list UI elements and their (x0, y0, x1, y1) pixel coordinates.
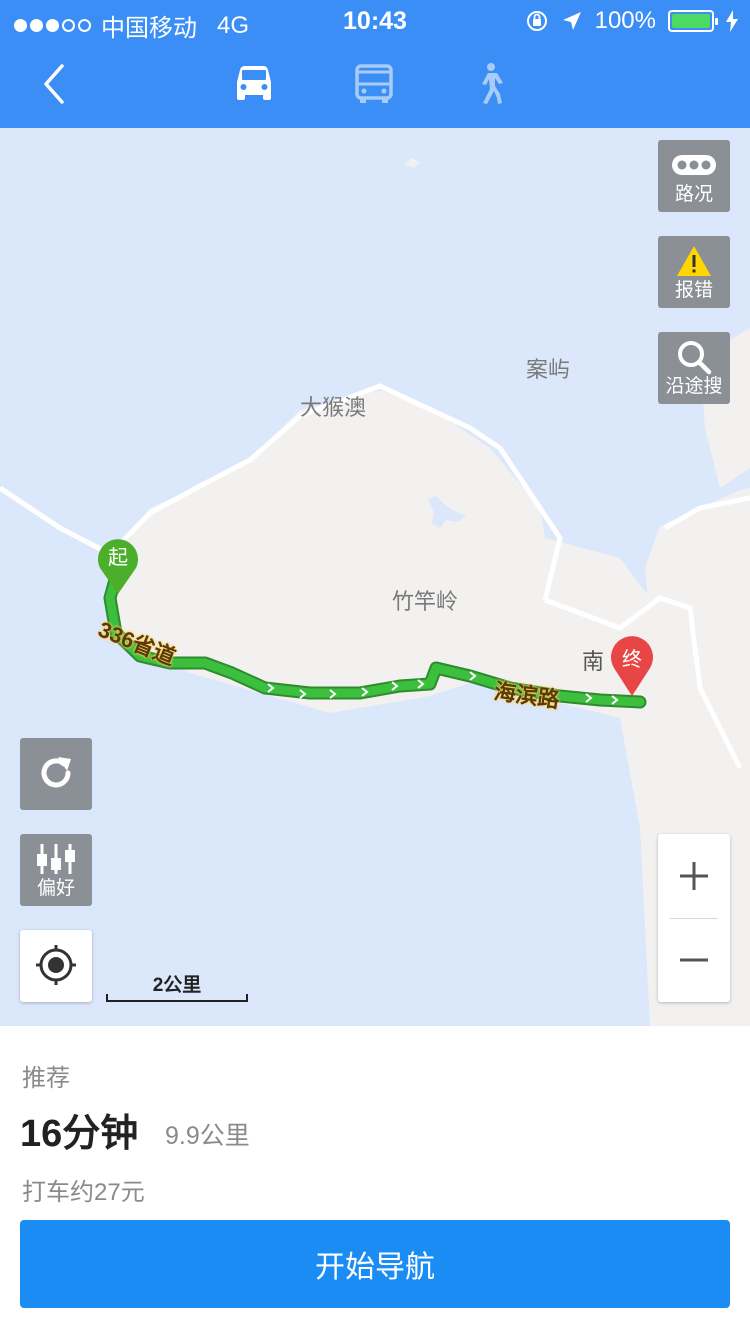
warning-icon (677, 246, 711, 276)
zoom-control (658, 834, 730, 1002)
zoom-out-button[interactable] (658, 918, 730, 1002)
search-along-route-label: 沿途搜 (665, 376, 723, 397)
tiny-islet-north (404, 158, 420, 168)
status-bar: 中国移动 4G 10:43 100% (0, 0, 750, 42)
place-label-anyu: 案屿 (526, 357, 571, 382)
route-duration: 16分钟 (20, 1113, 139, 1155)
refresh-route-button[interactable] (20, 738, 92, 810)
traffic-button[interactable]: 路况 (658, 140, 730, 212)
map-canvas[interactable]: 起 终 (0, 128, 750, 1026)
rotation-lock-icon (526, 11, 547, 31)
search-along-route-button[interactable]: 沿途搜 (658, 332, 730, 404)
start-navigation-button[interactable]: 开始导航 (20, 1220, 730, 1308)
bus-mode-tab-icon[interactable] (351, 62, 397, 106)
plus-icon (680, 862, 708, 890)
location-arrow-icon (562, 12, 581, 30)
report-error-label: 报错 (674, 280, 713, 301)
map-scale-bar (106, 994, 248, 1002)
traffic-label: 路况 (674, 184, 713, 205)
locate-me-button[interactable] (20, 930, 92, 1002)
route-distance: 9.9公里 (165, 1122, 250, 1150)
search-icon (678, 341, 712, 375)
refresh-icon (41, 757, 71, 788)
back-arrow-icon[interactable] (36, 62, 76, 106)
charging-bolt-icon (726, 10, 738, 32)
map-view[interactable]: 起 终 案屿 大猴澳 竹竿岭 南 336省道 海滨路 路况 报错 沿途搜 偏好 … (0, 128, 750, 1026)
preference-label: 偏好 (36, 878, 75, 899)
place-label-dahouao: 大猴澳 (300, 395, 367, 420)
walk-mode-tab-icon[interactable] (467, 62, 513, 106)
header: 中国移动 4G 10:43 100% (0, 0, 750, 128)
battery-percent: 100% (594, 7, 656, 34)
taxi-fare: 打车约27元 (22, 1179, 145, 1206)
end-marker-label: 终 (622, 647, 642, 671)
car-mode-tab-icon[interactable] (231, 62, 277, 106)
battery-icon (668, 10, 718, 32)
report-error-button[interactable]: 报错 (658, 236, 730, 308)
map-scale: 2公里 (106, 970, 248, 1002)
locate-icon (36, 945, 76, 985)
zoom-in-button[interactable] (658, 834, 730, 918)
route-tag: 推荐 (22, 1065, 70, 1092)
route-summary-panel: 推荐 16分钟 9.9公里 打车约27元 开始导航 (0, 1026, 750, 1334)
minus-icon (680, 958, 708, 962)
place-label-nan: 南 (582, 649, 605, 674)
traffic-icon (672, 155, 716, 175)
sliders-icon (37, 844, 75, 874)
place-label-zhuganling: 竹竿岭 (392, 589, 459, 614)
map-scale-label: 2公里 (152, 975, 202, 996)
preference-button[interactable]: 偏好 (20, 834, 92, 906)
start-marker-label: 起 (108, 545, 128, 569)
nav-bar (0, 40, 750, 128)
